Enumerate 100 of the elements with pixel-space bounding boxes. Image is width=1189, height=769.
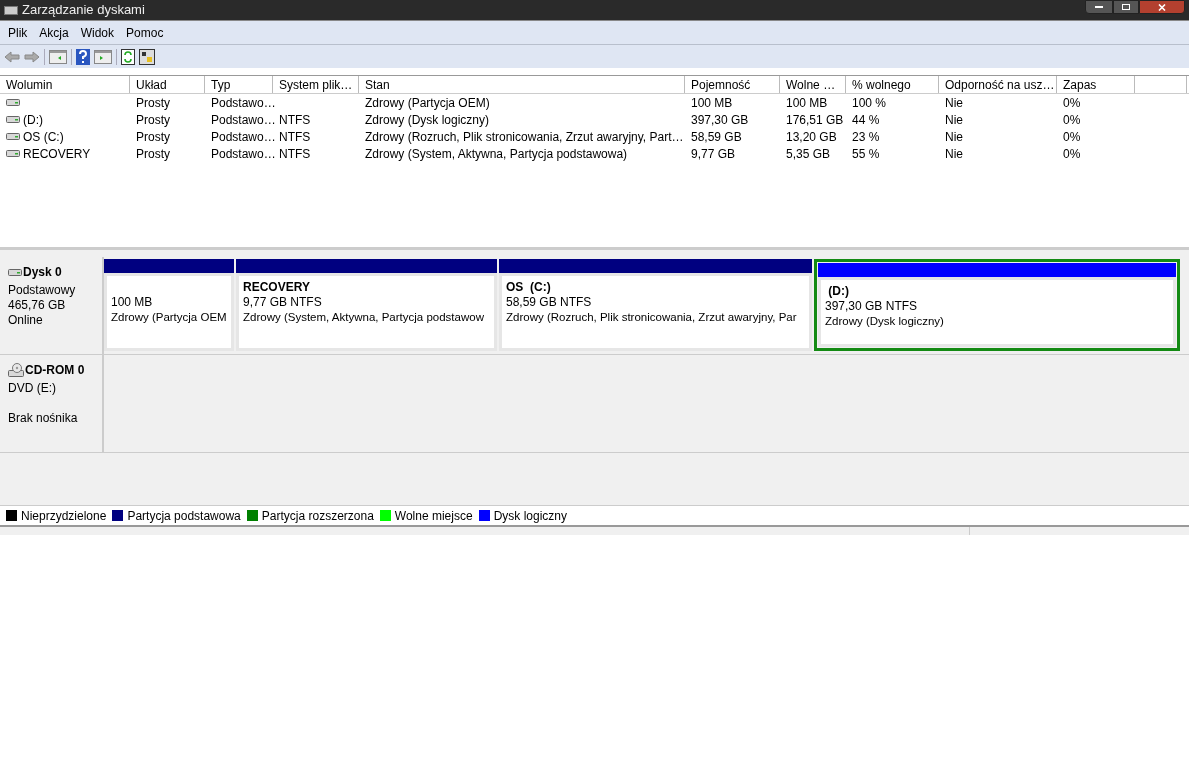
app-icon (4, 4, 18, 16)
table-cell-text: 5,35 GB (786, 145, 831, 163)
table-cell-text: Podstawo… (211, 128, 276, 146)
legend-label: Nieprzydzielone (21, 507, 107, 525)
volume-row[interactable]: (D:) Prosty Podstawo… NTFS Zdrowy (Dysk logiczny) 397,30 GB 176,51 GB 44 % Nie 0% (0, 111, 1189, 128)
column-header[interactable]: Pojemność (685, 76, 780, 93)
menu-item[interactable]: Akcja (33, 23, 75, 42)
volume-row[interactable]: OS (C:) Prosty Podstawo… NTFS Zdrowy (Rozruch, Plik stronicowania, Zrzut awaryjny, Part… 58,59 GB 13,20 GB 23 % Nie 0% (0, 128, 1189, 145)
column-header[interactable]: Stan (359, 76, 685, 93)
volume-row[interactable]: RECOVERY Prosty Podstawo… NTFS Zdrowy (System, Aktywna, Partycja podstawowa) 9,77 GB 5,35 GB 55 % Nie 0% (0, 145, 1189, 162)
table-cell-text: Podstawo… (211, 111, 276, 129)
legend-label: Partycja rozszerzona (261, 507, 374, 525)
properties-icon[interactable] (139, 48, 155, 65)
table-cell-text: NTFS (279, 128, 311, 146)
table-cell-text: Prosty (136, 94, 170, 112)
help-icon[interactable] (76, 48, 90, 65)
menu-item[interactable]: Plik (2, 23, 34, 42)
table-cell-text: 9,77 GB (691, 145, 736, 163)
table-cell-text: NTFS (279, 111, 311, 129)
disk-info: DVD (E:) (8, 380, 57, 394)
table-cell-text: 0% (1063, 111, 1081, 129)
drive-icon (6, 149, 20, 158)
partition-block[interactable]: 100 MB Zdrowy (Partycja OEM (104, 259, 234, 351)
panel-icon[interactable] (94, 49, 112, 64)
table-cell-text: Zdrowy (Dysk logiczny) (365, 111, 490, 129)
table-cell-text: 55 % (852, 145, 880, 163)
table-cell-text: Nie (945, 94, 963, 112)
panel-icon[interactable] (49, 49, 67, 64)
table-cell-text: 100 % (852, 94, 887, 112)
table-cell-text: 397,30 GB (691, 111, 749, 129)
minimize-button[interactable] (1085, 0, 1113, 14)
disk-status: Online (8, 312, 44, 326)
partition-block[interactable]: OS (C:) 58,59 GB NTFS Zdrowy (Rozruch, Plik stronicowania, Zrzut awaryjny, Par (499, 259, 812, 351)
partition-status: Zdrowy (Dysk logiczny) (825, 314, 945, 329)
partition-name: OS (C:) (506, 280, 551, 294)
table-cell-text: Podstawo… (211, 145, 276, 163)
volume-row[interactable]: Prosty Podstawo… Zdrowy (Partycja OEM) 100 MB 100 MB 100 % Nie 0% (0, 94, 1189, 111)
table-cell-text: 44 % (852, 111, 880, 129)
column-header[interactable]: Wolne … (780, 76, 846, 93)
table-cell-text: 58,59 GB (691, 128, 742, 146)
table-cell-text: OS (C:) (23, 128, 64, 146)
column-header[interactable]: Odporność na usz… (939, 76, 1057, 93)
legend-label: Wolne miejsce (394, 507, 473, 525)
table-cell-text: 100 MB (786, 94, 828, 112)
disk-status: Brak nośnika (8, 410, 79, 424)
column-header[interactable]: Układ (130, 76, 205, 93)
column-header[interactable]: Zapas (1057, 76, 1135, 93)
column-header[interactable]: Wolumin (0, 76, 130, 93)
refresh-icon[interactable] (121, 48, 135, 65)
table-cell-text: (D:) (23, 111, 43, 129)
table-cell-text: Prosty (136, 111, 170, 129)
drive-icon (6, 115, 20, 124)
table-cell-text: 13,20 GB (786, 128, 837, 146)
partition-name: (D:) (827, 284, 849, 298)
disk-info: Podstawowy (8, 282, 77, 296)
menu-item[interactable]: Widok (74, 23, 121, 42)
partition-status: Zdrowy (Partycja OEM (111, 310, 227, 325)
cd-drive-icon (8, 363, 24, 377)
forward-arrow-icon[interactable] (24, 50, 40, 63)
column-header[interactable]: % wolnego (846, 76, 939, 93)
table-cell-text: Podstawo… (211, 94, 276, 112)
table-cell-text: 0% (1063, 128, 1081, 146)
table-cell-text: 0% (1063, 94, 1081, 112)
close-icon (1158, 3, 1166, 11)
disk-name: CD-ROM 0 (25, 362, 85, 379)
partition-status: Zdrowy (Rozruch, Plik stronicowania, Zrzut awaryjny, Par (506, 310, 798, 325)
table-cell-text: Nie (945, 111, 963, 129)
menu-item[interactable]: Pomoc (120, 23, 170, 42)
table-cell-text: 176,51 GB (786, 111, 844, 129)
legend-label: Dysk logiczny (493, 507, 567, 525)
partition-size: 397,30 GB NTFS (825, 298, 919, 313)
partition-size: 58,59 GB NTFS (506, 294, 593, 309)
disk-name: Dysk 0 (23, 264, 62, 281)
disk-info: 465,76 GB (8, 297, 67, 311)
partition-block[interactable]: (D:) 397,30 GB NTFS Zdrowy (Dysk logiczny) (814, 259, 1180, 351)
table-cell-text: NTFS (279, 145, 311, 163)
partition-size: 100 MB (111, 294, 154, 309)
table-cell-text: Prosty (136, 145, 170, 163)
table-cell-text: Prosty (136, 128, 170, 146)
table-cell-text: Zdrowy (Partycja OEM) (365, 94, 490, 112)
maximize-button[interactable] (1113, 0, 1139, 14)
column-header[interactable]: Typ (205, 76, 273, 93)
partition-name: RECOVERY (243, 280, 310, 294)
legend-label: Partycja podstawowa (127, 507, 241, 525)
table-cell-text: RECOVERY (23, 145, 91, 163)
column-header[interactable]: System plik… (273, 76, 359, 93)
table-cell-text: Zdrowy (System, Aktywna, Partycja podstawowa) (365, 145, 628, 163)
window-title: Zarządzanie dyskami (22, 1, 145, 20)
table-cell-text: 0% (1063, 145, 1081, 163)
drive-icon (6, 132, 20, 141)
partition-status: Zdrowy (System, Aktywna, Partycja podstawow (243, 310, 485, 325)
drive-icon (8, 267, 22, 277)
close-button[interactable] (1139, 0, 1185, 14)
table-cell-text: Zdrowy (Rozruch, Plik stronicowania, Zrzut awaryjny, Part… (365, 128, 684, 146)
partition-size: 9,77 GB NTFS (243, 294, 323, 309)
partition-block[interactable]: RECOVERY 9,77 GB NTFS Zdrowy (System, Aktywna, Partycja podstawow (236, 259, 497, 351)
drive-icon (6, 98, 20, 107)
table-cell-text: Nie (945, 128, 963, 146)
table-cell-text: 100 MB (691, 94, 733, 112)
table-cell-text: 23 % (852, 128, 880, 146)
